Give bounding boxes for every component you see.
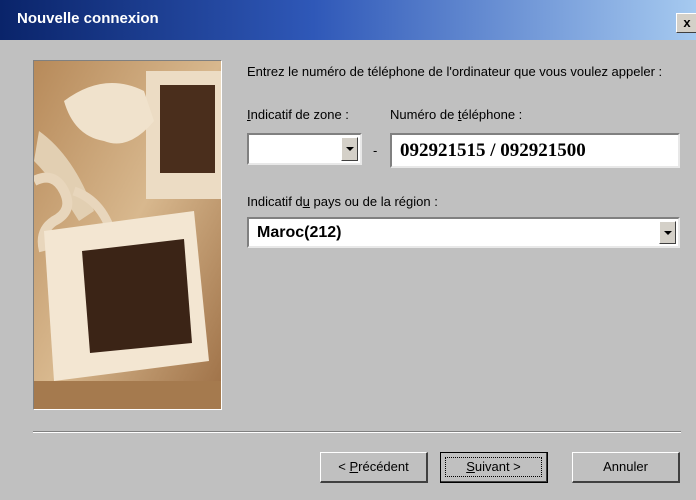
close-icon: x (683, 15, 691, 30)
wizard-illustration (33, 60, 222, 410)
phone-label-text: éléphone : (461, 107, 523, 122)
area-code-label-text: ndicatif de zone : (250, 107, 349, 122)
window-title: Nouvelle connexion (17, 10, 159, 27)
phone-number-value: 092921515 / 092921500 (400, 140, 586, 161)
back-button-mnemonic: P (349, 459, 359, 474)
computer-phone-illustration (34, 61, 221, 409)
country-value: Maroc(212) (257, 224, 342, 241)
country-label-prefix: Indicatif d (247, 194, 303, 209)
phone-label: Numéro de téléphone : (390, 107, 522, 122)
cancel-button[interactable]: Annuler (572, 452, 680, 483)
area-phone-separator: - (373, 143, 378, 158)
area-code-combobox[interactable] (247, 133, 362, 165)
phone-label-prefix: Numéro de (390, 107, 458, 122)
back-button-text: récédent (358, 459, 409, 474)
country-label-text: pays ou de la région : (309, 194, 438, 209)
close-button[interactable]: x (676, 13, 696, 33)
next-button-text: uivant > (474, 459, 521, 474)
country-combobox[interactable]: Maroc(212) (247, 217, 680, 248)
instruction-text: Entrez le numéro de téléphone de l'ordin… (247, 64, 663, 79)
country-label-mnemonic: u (302, 194, 310, 209)
country-label: Indicatif du pays ou de la région : (247, 194, 438, 209)
next-button[interactable]: Suivant > (440, 452, 548, 483)
next-button-mnemonic: S (466, 459, 475, 474)
country-dropdown-button[interactable] (659, 221, 676, 244)
phone-number-input[interactable]: 092921515 / 092921500 (390, 133, 680, 168)
area-code-dropdown-button[interactable] (341, 137, 358, 161)
title-bar[interactable]: Nouvelle connexion x (0, 0, 696, 40)
back-button-prefix: < (338, 459, 350, 474)
button-separator (33, 431, 681, 433)
area-code-label: Indicatif de zone : (247, 107, 349, 122)
back-button[interactable]: < Précédent (320, 452, 428, 483)
